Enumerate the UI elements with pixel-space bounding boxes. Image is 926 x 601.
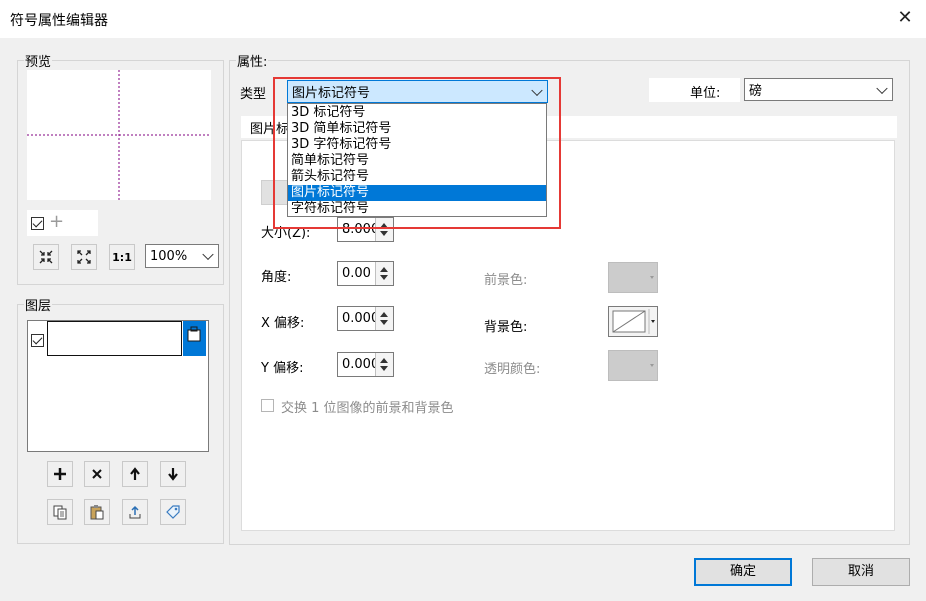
- paste-layer-button[interactable]: [84, 499, 110, 525]
- angle-value: 0.00: [342, 266, 371, 281]
- dropdown-arrow-icon: [650, 364, 654, 367]
- zoom-in-button[interactable]: [33, 244, 59, 270]
- dropdown-option[interactable]: 箭头标记符号: [288, 169, 546, 185]
- title-bar: [0, 0, 926, 38]
- dropdown-option[interactable]: 3D 字符标记符号: [288, 137, 546, 153]
- add-layer-button[interactable]: [47, 461, 73, 487]
- transparent-color-label: 透明颜色:: [484, 362, 541, 377]
- no-color-swatch-icon: [612, 309, 655, 334]
- xoffset-value: 0.000: [342, 311, 380, 326]
- import-layer-button[interactable]: [122, 499, 148, 525]
- xoffset-stepper[interactable]: 0.000: [337, 306, 394, 331]
- background-color-button[interactable]: [608, 306, 658, 337]
- layer-checkbox[interactable]: [31, 334, 44, 347]
- size-value: 8.000: [342, 222, 380, 237]
- copy-layer-button[interactable]: [47, 499, 73, 525]
- caret-down-icon: [380, 366, 388, 371]
- yoffset-label: Y 偏移:: [261, 361, 304, 376]
- unit-select[interactable]: 磅: [744, 78, 893, 101]
- plus-icon[interactable]: +: [49, 211, 64, 233]
- swap-colors-label: 交换 1 位图像的前景和背景色: [281, 401, 454, 416]
- cancel-button[interactable]: 取消: [812, 558, 910, 586]
- arrow-up-icon: [130, 467, 140, 480]
- dropdown-option[interactable]: 3D 简单标记符号: [288, 121, 546, 137]
- type-dropdown-list[interactable]: 3D 标记符号 3D 简单标记符号 3D 字符标记符号 简单标记符号 箭头标记符…: [287, 103, 547, 217]
- type-select[interactable]: 图片标记符号: [287, 80, 548, 103]
- chevron-down-icon: [531, 84, 543, 96]
- layer-lock-button[interactable]: [183, 321, 206, 356]
- close-button[interactable]: ✕: [891, 4, 919, 32]
- transparent-color-button[interactable]: [608, 350, 658, 381]
- angle-stepper[interactable]: 0.00: [337, 261, 394, 286]
- chevron-down-icon: [202, 248, 214, 261]
- yoffset-value: 0.000: [342, 357, 380, 372]
- plus-icon: [54, 468, 66, 480]
- upload-icon: [129, 505, 141, 519]
- layers-label: 图层: [24, 295, 53, 314]
- dropdown-option[interactable]: 简单标记符号: [288, 153, 546, 169]
- move-layer-up-button[interactable]: [122, 461, 148, 487]
- layer-preview-swatch[interactable]: [47, 321, 182, 356]
- arrow-down-icon: [168, 468, 178, 481]
- unit-value: 磅: [749, 84, 763, 99]
- yoffset-spin-buttons[interactable]: [375, 353, 393, 376]
- delete-layer-button[interactable]: [84, 461, 110, 487]
- close-icon: [92, 469, 102, 479]
- dropdown-arrow-icon: [650, 276, 654, 279]
- caret-up-icon: [380, 358, 388, 363]
- angle-spin-buttons[interactable]: [375, 262, 393, 285]
- caret-up-icon: [380, 312, 388, 317]
- tab-picture-marker[interactable]: 图片标: [250, 118, 289, 137]
- foreground-color-label: 前景色:: [484, 273, 528, 288]
- background-color-label: 背景色:: [484, 320, 528, 335]
- xoffset-label: X 偏移:: [261, 316, 305, 331]
- zoom-value: 100%: [150, 248, 188, 264]
- dropdown-option[interactable]: 3D 标记符号: [288, 105, 546, 121]
- actual-size-button[interactable]: 1:1: [109, 244, 135, 270]
- xoffset-spin-buttons[interactable]: [375, 307, 393, 330]
- caret-up-icon: [380, 223, 388, 228]
- size-stepper[interactable]: 8.000: [337, 217, 394, 242]
- preview-checkbox[interactable]: [31, 217, 44, 230]
- unit-label: 单位:: [690, 86, 721, 101]
- caret-down-icon: [380, 231, 388, 236]
- caret-down-icon: [380, 275, 388, 280]
- type-value: 图片标记符号: [292, 86, 371, 101]
- preview-canvas: [27, 70, 211, 200]
- foreground-color-button[interactable]: [608, 262, 658, 293]
- zoom-out-button[interactable]: [71, 244, 97, 270]
- expand-arrows-icon: [77, 250, 91, 264]
- paste-icon: [90, 505, 104, 520]
- type-label: 类型: [240, 87, 267, 102]
- caret-down-icon: [380, 320, 388, 325]
- zoom-select[interactable]: 100%: [145, 244, 219, 268]
- properties-label: 属性:: [236, 51, 269, 70]
- caret-up-icon: [380, 267, 388, 272]
- tag-layer-button[interactable]: [160, 499, 186, 525]
- tag-icon: [166, 505, 180, 519]
- yoffset-stepper[interactable]: 0.000: [337, 352, 394, 377]
- ok-button[interactable]: 确定: [694, 558, 792, 586]
- preview-guides: [27, 70, 211, 200]
- size-label: 大小(Z):: [261, 226, 311, 241]
- copy-icon: [53, 505, 67, 520]
- swap-colors-checkbox[interactable]: [261, 399, 274, 412]
- preview-label: 预览: [24, 51, 53, 70]
- size-spin-buttons[interactable]: [375, 218, 393, 241]
- dropdown-option-selected[interactable]: 图片标记符号: [288, 185, 546, 201]
- collapse-arrows-icon: [39, 250, 53, 264]
- window-title: 符号属性编辑器: [10, 13, 108, 29]
- dropdown-option[interactable]: 字符标记符号: [288, 201, 546, 216]
- layer-lock-icon: [187, 326, 201, 342]
- move-layer-down-button[interactable]: [160, 461, 186, 487]
- chevron-down-icon: [876, 82, 888, 94]
- angle-label: 角度:: [261, 270, 292, 285]
